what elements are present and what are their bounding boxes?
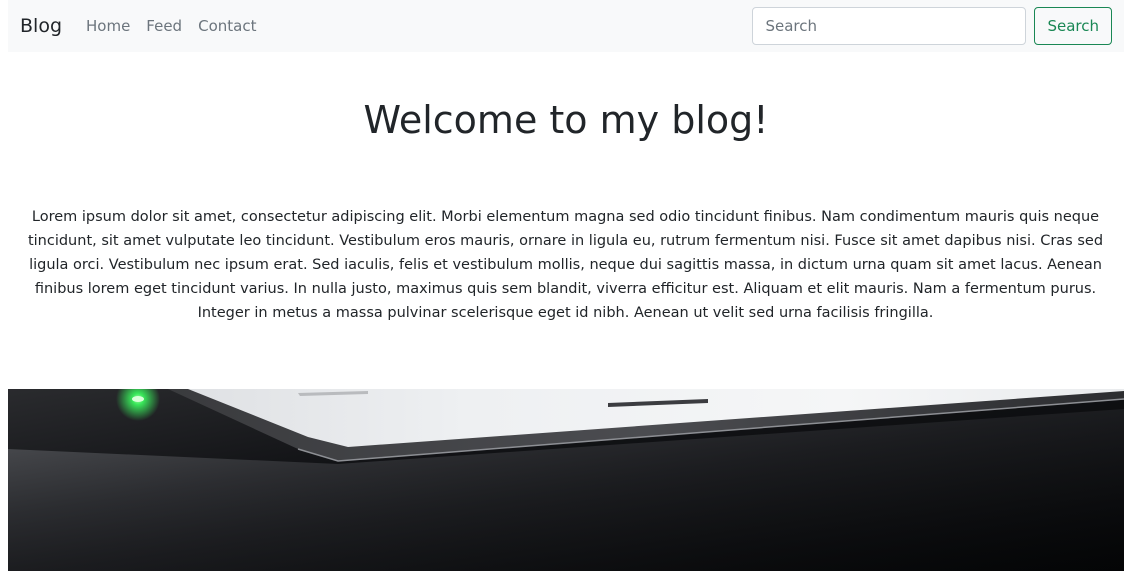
hero-laptop-image [8,389,1124,571]
nav-links: Home Feed Contact [86,17,256,35]
nav-link-home[interactable]: Home [86,17,130,35]
search-button[interactable]: Search [1034,7,1112,45]
page-title: Welcome to my blog! [363,98,769,142]
brand-link[interactable]: Blog [20,15,62,37]
nav-link-feed[interactable]: Feed [146,17,182,35]
navbar: Blog Home Feed Contact Search [8,0,1124,52]
search-form: Search [752,7,1112,45]
page: Blog Home Feed Contact Search Welcome to… [0,0,1147,571]
search-input[interactable] [752,7,1027,45]
intro-paragraph: Lorem ipsum dolor sit amet, consectetur … [27,209,1104,321]
nav-link-contact[interactable]: Contact [198,17,256,35]
